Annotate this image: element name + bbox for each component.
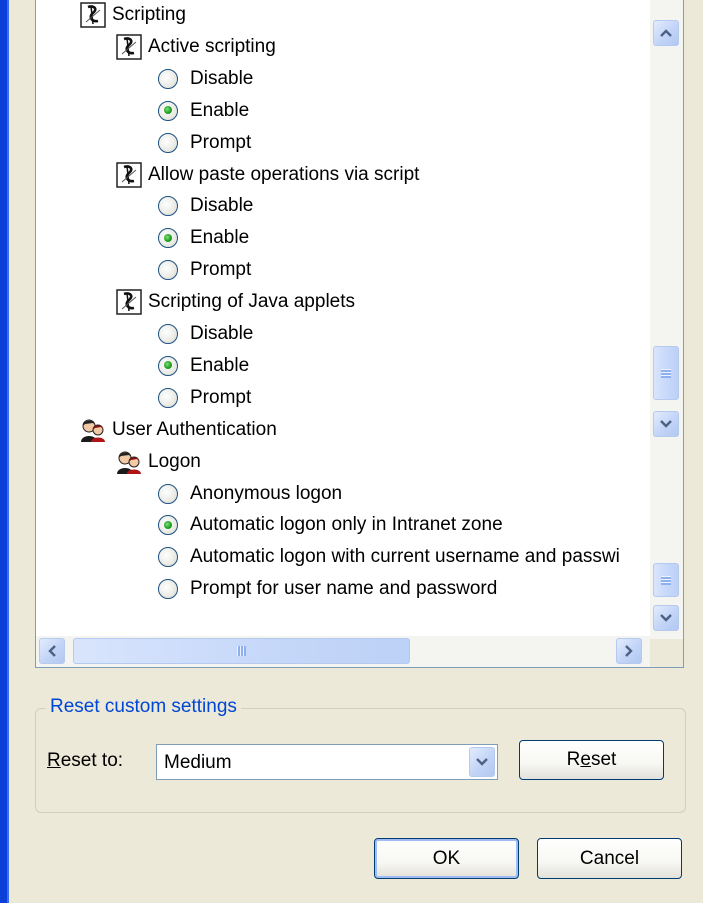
radio-option-label: Prompt xyxy=(190,386,252,408)
horizontal-scrollbar-thumb[interactable] xyxy=(73,638,410,664)
scroll-up-button[interactable] xyxy=(653,20,679,46)
radio-option-label: Disable xyxy=(190,323,254,344)
radio-option-label: Prompt for user name and password xyxy=(190,578,498,600)
radio-checked-icon[interactable] xyxy=(158,228,178,249)
scrollbar-grip-icon xyxy=(237,646,246,656)
chevron-up-icon xyxy=(660,29,672,37)
radio-unchecked-icon[interactable] xyxy=(158,260,178,281)
radio-unchecked-icon[interactable] xyxy=(158,324,178,344)
radio-unchecked-icon[interactable] xyxy=(158,68,178,89)
radio-option[interactable]: Anonymous logon xyxy=(158,479,342,509)
scroll-left-button[interactable] xyxy=(39,638,65,664)
radio-option-label: Automatic logon only in Intranet zone xyxy=(190,514,503,536)
radio-unchecked-icon[interactable] xyxy=(158,483,178,504)
radio-unchecked-icon[interactable] xyxy=(158,547,178,568)
chevron-down-icon xyxy=(476,758,488,766)
reset-button-mnemonic: e xyxy=(580,749,591,770)
users-icon xyxy=(116,449,142,475)
vertical-scrollbar-thumb-secondary[interactable] xyxy=(653,563,679,597)
reset-to-mnemonic: R xyxy=(47,750,61,771)
radio-unchecked-icon[interactable] xyxy=(158,132,178,153)
cancel-button[interactable]: Cancel xyxy=(537,838,682,879)
radio-option[interactable]: Automatic logon only in Intranet zone xyxy=(158,510,503,540)
chevron-down-icon xyxy=(660,420,672,428)
radio-option-label: Prompt xyxy=(190,259,252,281)
reset-to-label-text: eset to: xyxy=(60,750,124,771)
radio-unchecked-icon[interactable] xyxy=(158,579,178,600)
reset-level-dropdown[interactable]: Medium xyxy=(156,744,498,780)
radio-unchecked-icon[interactable] xyxy=(158,196,178,217)
scrollbar-corner xyxy=(650,639,683,667)
radio-checked-icon[interactable] xyxy=(158,515,178,536)
chevron-left-icon xyxy=(48,645,56,657)
tree-setting: Scripting of Java applets xyxy=(116,287,355,317)
radio-option-label: Enable xyxy=(190,227,250,249)
radio-option[interactable]: Enable xyxy=(158,96,249,126)
radio-checked-icon[interactable] xyxy=(158,100,178,121)
radio-option-label: Anonymous logon xyxy=(190,482,343,504)
tree-setting: Active scripting xyxy=(116,32,276,62)
radio-option[interactable]: Disable xyxy=(158,191,253,221)
window-frame-left-border xyxy=(0,0,9,903)
ok-button[interactable]: OK xyxy=(374,838,519,879)
radio-option[interactable]: Prompt xyxy=(158,383,251,413)
radio-option-label: Disable xyxy=(190,195,254,217)
chevron-down-icon xyxy=(660,614,672,622)
radio-option-label: Prompt xyxy=(190,131,252,153)
radio-option-label: Enable xyxy=(190,99,250,121)
radio-option[interactable]: Prompt xyxy=(158,128,251,158)
radio-option[interactable]: Disable xyxy=(158,64,253,94)
reset-button[interactable]: Re set xyxy=(519,740,664,780)
tree-category: Scripting xyxy=(80,0,186,30)
cancel-button-label: Cancel xyxy=(579,847,640,869)
reset-group-legend: Reset custom settings xyxy=(46,696,241,718)
radio-unchecked-icon[interactable] xyxy=(158,387,178,408)
tree-setting: Logon xyxy=(116,447,201,477)
tree-category: User Authentication xyxy=(80,415,277,445)
script-icon xyxy=(116,289,142,315)
category-label: User Authentication xyxy=(112,418,277,440)
radio-option[interactable]: Prompt xyxy=(158,255,251,285)
setting-label: Allow paste operations via script xyxy=(148,163,420,185)
users-icon xyxy=(80,417,106,443)
scroll-right-button[interactable] xyxy=(616,638,642,664)
reset-button-text-a: R xyxy=(566,749,581,770)
scroll-down-button[interactable] xyxy=(653,411,679,437)
setting-label: Scripting of Java applets xyxy=(148,291,356,313)
dropdown-arrow-button[interactable] xyxy=(469,747,495,777)
chevron-right-icon xyxy=(625,645,633,657)
ok-button-label: OK xyxy=(432,847,461,869)
scrollbar-grip-icon xyxy=(661,575,671,585)
script-icon xyxy=(80,2,106,28)
radio-option-label: Enable xyxy=(190,354,250,376)
vertical-scrollbar-thumb[interactable] xyxy=(653,346,679,400)
scroll-down-button-secondary[interactable] xyxy=(653,605,679,631)
radio-option[interactable]: Disable xyxy=(158,319,253,349)
script-icon xyxy=(116,34,142,60)
vertical-scrollbar-track[interactable] xyxy=(650,0,683,639)
setting-label: Logon xyxy=(148,450,201,472)
setting-label: Active scripting xyxy=(148,35,276,57)
radio-option[interactable]: Automatic logon with current username an… xyxy=(158,542,620,572)
radio-option[interactable]: Enable xyxy=(158,223,249,253)
security-settings-list[interactable]: Scripting Active scripting Disable Enable Pr… xyxy=(35,0,684,668)
script-icon xyxy=(116,161,142,188)
scrollbar-grip-icon xyxy=(661,368,671,378)
radio-option[interactable]: Enable xyxy=(158,351,249,381)
radio-checked-icon[interactable] xyxy=(158,355,178,376)
radio-option-label: Disable xyxy=(190,67,254,89)
radio-option[interactable]: Prompt for user name and password xyxy=(158,574,497,604)
category-label: Scripting xyxy=(112,4,186,25)
reset-level-value: Medium xyxy=(164,752,232,773)
radio-option-label: Automatic logon with current username an… xyxy=(190,546,620,568)
reset-button-text-b: set xyxy=(590,749,617,770)
reset-to-label: Reset to: xyxy=(47,748,123,774)
tree-setting: Allow paste operations via script xyxy=(116,160,419,190)
